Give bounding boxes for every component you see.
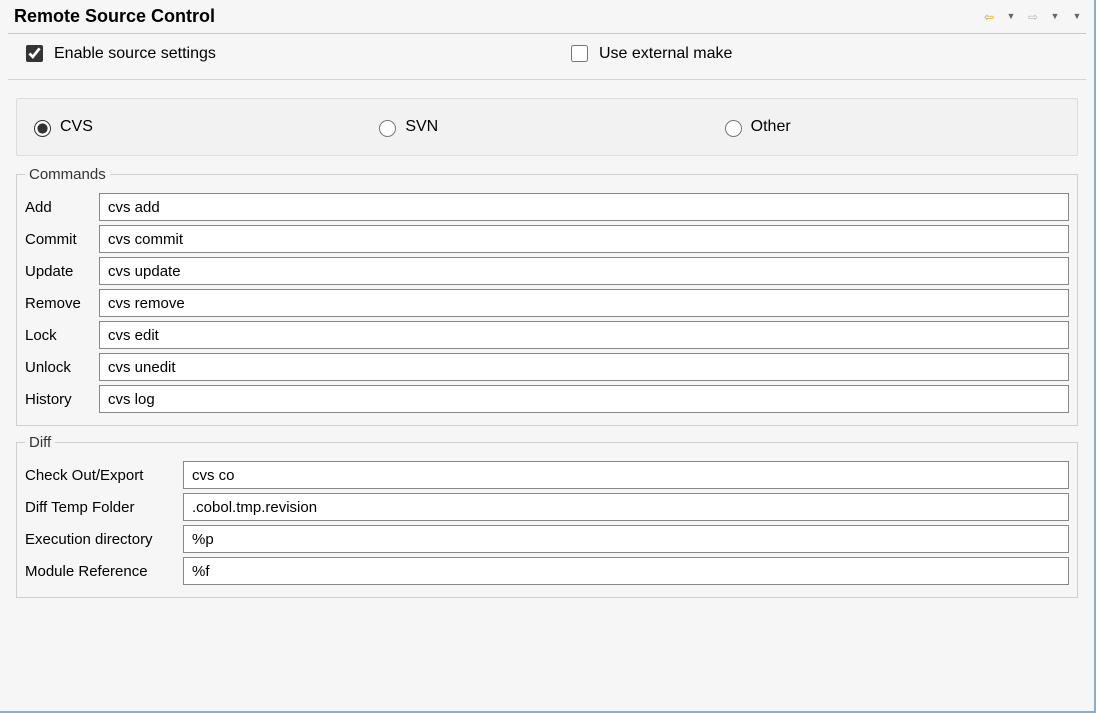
input-unlock[interactable] (99, 353, 1069, 381)
label-commit: Commit (25, 231, 99, 248)
row-modref: Module Reference (25, 557, 1069, 585)
nav-back-menu-icon[interactable]: ▼ (1002, 8, 1020, 26)
commands-group: Commands Add Commit Update Remove Lock U… (16, 166, 1078, 426)
vcs-other-radio[interactable]: Other (720, 117, 791, 137)
input-update[interactable] (99, 257, 1069, 285)
input-remove[interactable] (99, 289, 1069, 317)
vcs-svn-input[interactable] (379, 120, 396, 137)
row-update: Update (25, 257, 1069, 285)
label-add: Add (25, 199, 99, 216)
input-history[interactable] (99, 385, 1069, 413)
input-tmpdir[interactable] (183, 493, 1069, 521)
label-lock: Lock (25, 327, 99, 344)
input-add[interactable] (99, 193, 1069, 221)
vcs-type-panel: CVS SVN Other (16, 98, 1078, 156)
row-checkout: Check Out/Export (25, 461, 1069, 489)
toolbar: ⇦ ▼ ⇨ ▼ ▼ (980, 8, 1086, 26)
enable-source-settings-label: Enable source settings (54, 45, 216, 63)
label-remove: Remove (25, 295, 99, 312)
input-modref[interactable] (183, 557, 1069, 585)
page-title: Remote Source Control (14, 6, 215, 27)
row-execdir: Execution directory (25, 525, 1069, 553)
input-checkout[interactable] (183, 461, 1069, 489)
nav-forward-menu-icon[interactable]: ▼ (1046, 8, 1064, 26)
vcs-svn-label: SVN (405, 118, 438, 136)
diff-legend: Diff (25, 434, 55, 451)
top-options: Enable source settings Use external make (8, 34, 1086, 80)
diff-group: Diff Check Out/Export Diff Temp Folder E… (16, 434, 1078, 598)
row-tmpdir: Diff Temp Folder (25, 493, 1069, 521)
enable-source-settings-input[interactable] (26, 45, 43, 62)
row-unlock: Unlock (25, 353, 1069, 381)
input-lock[interactable] (99, 321, 1069, 349)
row-commit: Commit (25, 225, 1069, 253)
view-menu-icon[interactable]: ▼ (1068, 8, 1086, 26)
vcs-cvs-input[interactable] (34, 120, 51, 137)
vcs-other-label: Other (751, 118, 791, 136)
use-external-make-checkbox[interactable]: Use external make (567, 42, 732, 65)
use-external-make-input[interactable] (571, 45, 588, 62)
vcs-other-input[interactable] (725, 120, 742, 137)
label-execdir: Execution directory (25, 531, 183, 548)
vcs-cvs-label: CVS (60, 118, 93, 136)
input-commit[interactable] (99, 225, 1069, 253)
nav-forward-icon[interactable]: ⇨ (1024, 8, 1042, 26)
label-unlock: Unlock (25, 359, 99, 376)
row-lock: Lock (25, 321, 1069, 349)
label-checkout: Check Out/Export (25, 467, 183, 484)
commands-legend: Commands (25, 166, 110, 183)
header: Remote Source Control ⇦ ▼ ⇨ ▼ ▼ (0, 0, 1094, 33)
row-history: History (25, 385, 1069, 413)
vcs-cvs-radio[interactable]: CVS (29, 117, 93, 137)
enable-source-settings-checkbox[interactable]: Enable source settings (22, 42, 216, 65)
label-update: Update (25, 263, 99, 280)
row-remove: Remove (25, 289, 1069, 317)
input-execdir[interactable] (183, 525, 1069, 553)
row-add: Add (25, 193, 1069, 221)
vcs-svn-radio[interactable]: SVN (374, 117, 438, 137)
label-tmpdir: Diff Temp Folder (25, 499, 183, 516)
nav-back-icon[interactable]: ⇦ (980, 8, 998, 26)
preferences-page: Remote Source Control ⇦ ▼ ⇨ ▼ ▼ Enable s… (0, 0, 1094, 711)
label-history: History (25, 391, 99, 408)
use-external-make-label: Use external make (599, 45, 732, 63)
label-modref: Module Reference (25, 563, 183, 580)
